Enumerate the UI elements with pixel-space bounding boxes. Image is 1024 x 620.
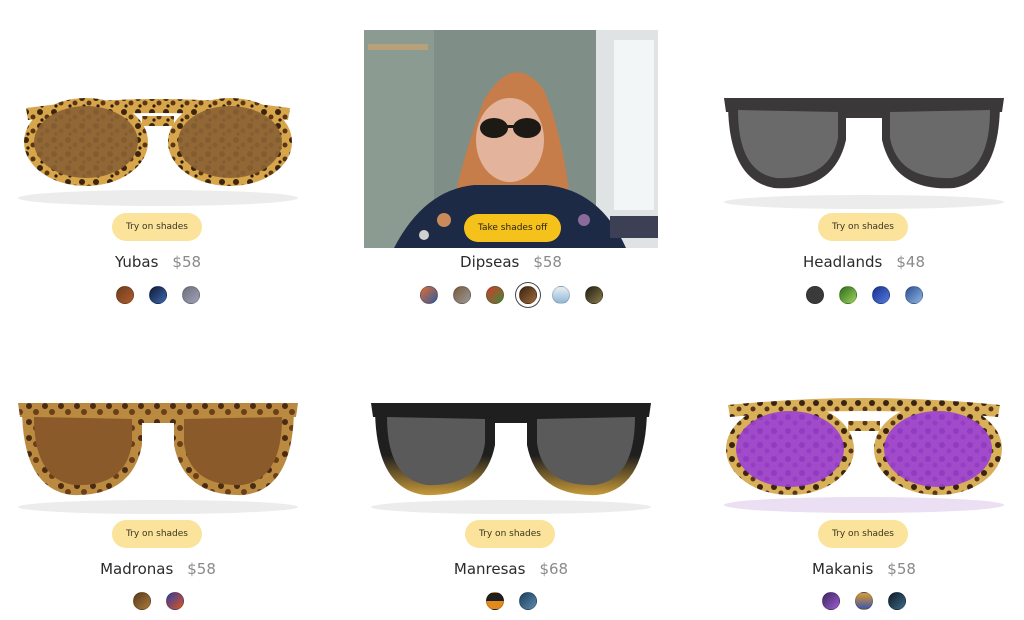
color-swatch[interactable] xyxy=(116,286,134,304)
madronas-sunglasses-image[interactable] xyxy=(8,385,308,515)
color-swatches xyxy=(714,592,1014,610)
color-swatch[interactable] xyxy=(165,592,184,610)
product-price: $58 xyxy=(172,253,202,271)
color-swatches xyxy=(361,592,661,610)
color-swatch[interactable] xyxy=(551,286,570,304)
try-on-button[interactable]: Try on shades xyxy=(818,520,908,548)
product-title-row: Manresas $68 xyxy=(361,560,661,578)
product-title-row: Dipseas $58 xyxy=(361,253,661,271)
product-title-row: Madronas $58 xyxy=(8,560,308,578)
product-price: $58 xyxy=(187,560,216,578)
try-on-button[interactable]: Try on shades xyxy=(112,520,202,548)
manresas-sunglasses-image[interactable] xyxy=(361,385,661,515)
product-name[interactable]: Headlands xyxy=(803,253,882,271)
color-swatch[interactable] xyxy=(805,286,824,304)
product-name[interactable]: Makanis xyxy=(812,560,873,578)
color-swatch[interactable] xyxy=(149,286,167,304)
color-swatch[interactable] xyxy=(822,592,840,610)
product-price: $48 xyxy=(896,253,926,271)
color-swatch[interactable] xyxy=(485,592,504,610)
headlands-sunglasses-image[interactable] xyxy=(714,80,1014,210)
product-title-row: Headlands $48 xyxy=(714,253,1014,271)
product-price: $58 xyxy=(533,253,562,271)
color-swatch[interactable] xyxy=(838,286,857,304)
product-price: $58 xyxy=(887,560,916,578)
try-on-camera-view: Take shades off xyxy=(364,30,658,248)
color-swatches xyxy=(714,286,1014,304)
color-swatch[interactable] xyxy=(855,592,873,610)
try-on-button[interactable]: Try on shades xyxy=(112,213,202,241)
color-swatch[interactable] xyxy=(871,286,890,304)
take-shades-off-button[interactable]: Take shades off xyxy=(464,214,562,242)
try-on-button[interactable]: Try on shades xyxy=(465,520,555,548)
product-name[interactable]: Manresas xyxy=(454,560,526,578)
color-swatch[interactable] xyxy=(518,592,537,610)
makanis-sunglasses-image[interactable] xyxy=(714,385,1014,515)
color-swatch[interactable] xyxy=(904,286,923,304)
yubas-sunglasses-image[interactable] xyxy=(8,80,308,210)
product-title-row: Makanis $58 xyxy=(714,560,1014,578)
color-swatches xyxy=(8,592,308,610)
product-name[interactable]: Dipseas xyxy=(460,253,519,271)
color-swatch[interactable] xyxy=(182,286,200,304)
product-name[interactable]: Madronas xyxy=(100,560,173,578)
color-swatches xyxy=(361,286,661,304)
product-title-row: Yubas $58 xyxy=(8,253,308,271)
color-swatch[interactable] xyxy=(584,286,603,304)
color-swatch[interactable] xyxy=(132,592,151,610)
color-swatch[interactable] xyxy=(888,592,906,610)
color-swatch[interactable] xyxy=(419,286,438,304)
color-swatch[interactable] xyxy=(485,286,504,304)
color-swatch-selected[interactable] xyxy=(518,286,537,304)
try-on-button[interactable]: Try on shades xyxy=(818,213,908,241)
product-price: $68 xyxy=(539,560,569,578)
product-name[interactable]: Yubas xyxy=(115,253,158,271)
color-swatch[interactable] xyxy=(452,286,471,304)
color-swatches xyxy=(8,286,308,304)
